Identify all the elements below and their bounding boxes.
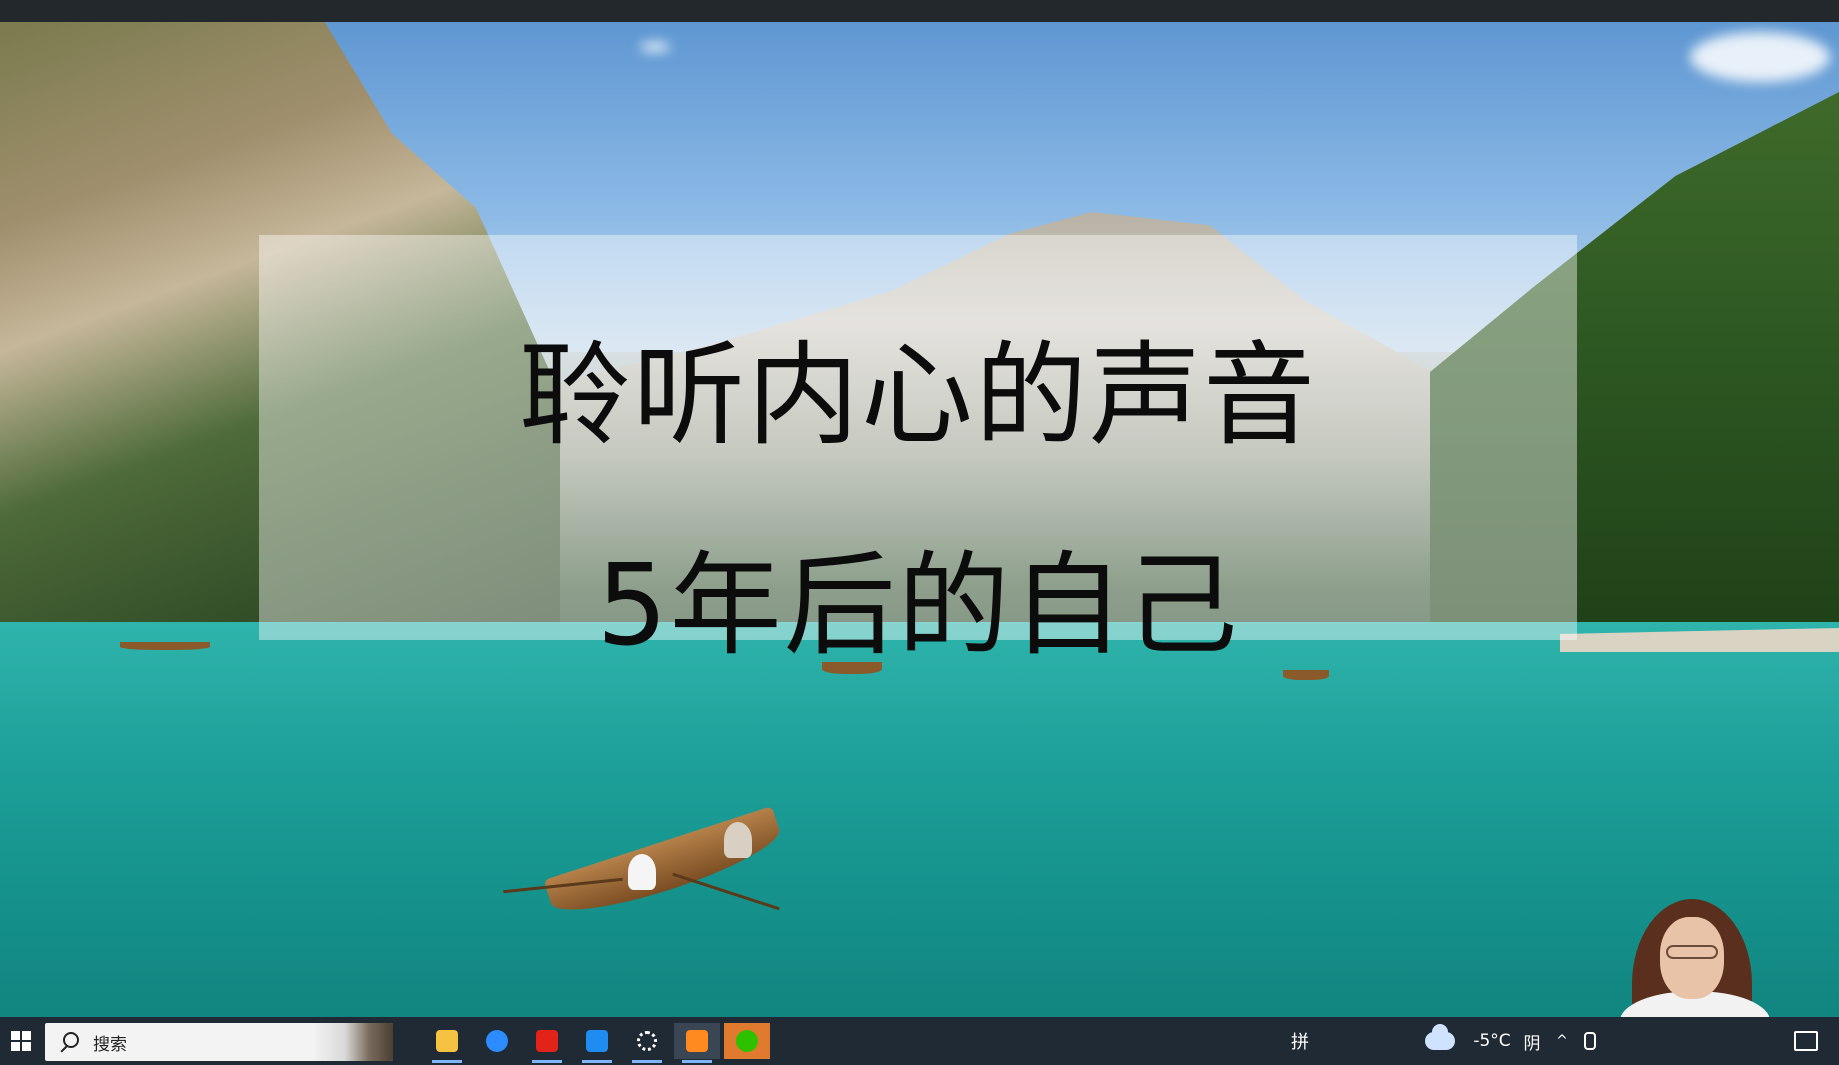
- notification-center-button[interactable]: [1784, 1023, 1828, 1059]
- search-highlight-image: [313, 1023, 393, 1061]
- passenger: [724, 822, 752, 858]
- cloud: [1690, 32, 1830, 82]
- search-placeholder: 搜索: [93, 1034, 127, 1055]
- search-icon: [59, 1032, 79, 1052]
- weather-temperature[interactable]: -5°C: [1464, 1023, 1520, 1059]
- taskbar-app-photos[interactable]: [574, 1023, 620, 1063]
- webcam-overlay: [1610, 895, 1780, 1017]
- taskbar-app-wps[interactable]: [524, 1023, 570, 1063]
- taskbar-app-file-explorer[interactable]: [424, 1023, 470, 1063]
- rower: [628, 854, 656, 890]
- top-bar: [0, 0, 1839, 22]
- slide-title: 聆听内心的声音: [519, 331, 1317, 461]
- gear-icon: [637, 1031, 657, 1051]
- ime-indicator[interactable]: 拼: [1283, 1023, 1317, 1059]
- taskbar-app-settings[interactable]: [624, 1023, 670, 1063]
- wechat-icon: [736, 1030, 758, 1052]
- slide-subtitle: 5年后的自己: [596, 541, 1240, 671]
- play-icon: [686, 1030, 708, 1052]
- photos-icon: [586, 1030, 608, 1052]
- weather-widget[interactable]: [1420, 1023, 1460, 1059]
- taskbar-app-wechat[interactable]: [724, 1023, 770, 1059]
- k-app-icon: [486, 1030, 508, 1052]
- microphone-icon[interactable]: [1578, 1023, 1602, 1059]
- boat: [120, 642, 210, 650]
- lake: [0, 622, 1839, 1017]
- cloud-icon: [1425, 1024, 1455, 1050]
- taskbar-app-k[interactable]: [474, 1023, 520, 1059]
- weather-condition[interactable]: 阴: [1518, 1023, 1546, 1059]
- wps-icon: [536, 1030, 558, 1052]
- tray-expand-icon[interactable]: ^: [1550, 1023, 1574, 1059]
- presenter-glasses: [1666, 945, 1718, 959]
- taskbar-search[interactable]: 搜索: [45, 1023, 393, 1061]
- folder-icon: [436, 1030, 458, 1052]
- taskbar-app-media-player[interactable]: [674, 1023, 720, 1063]
- windows-icon: [11, 1031, 31, 1051]
- notification-icon: [1794, 1031, 1818, 1051]
- start-button[interactable]: [6, 1023, 36, 1059]
- cloud: [640, 42, 670, 52]
- taskbar: 搜索 拼 -5°C 阴 ^: [0, 1017, 1839, 1065]
